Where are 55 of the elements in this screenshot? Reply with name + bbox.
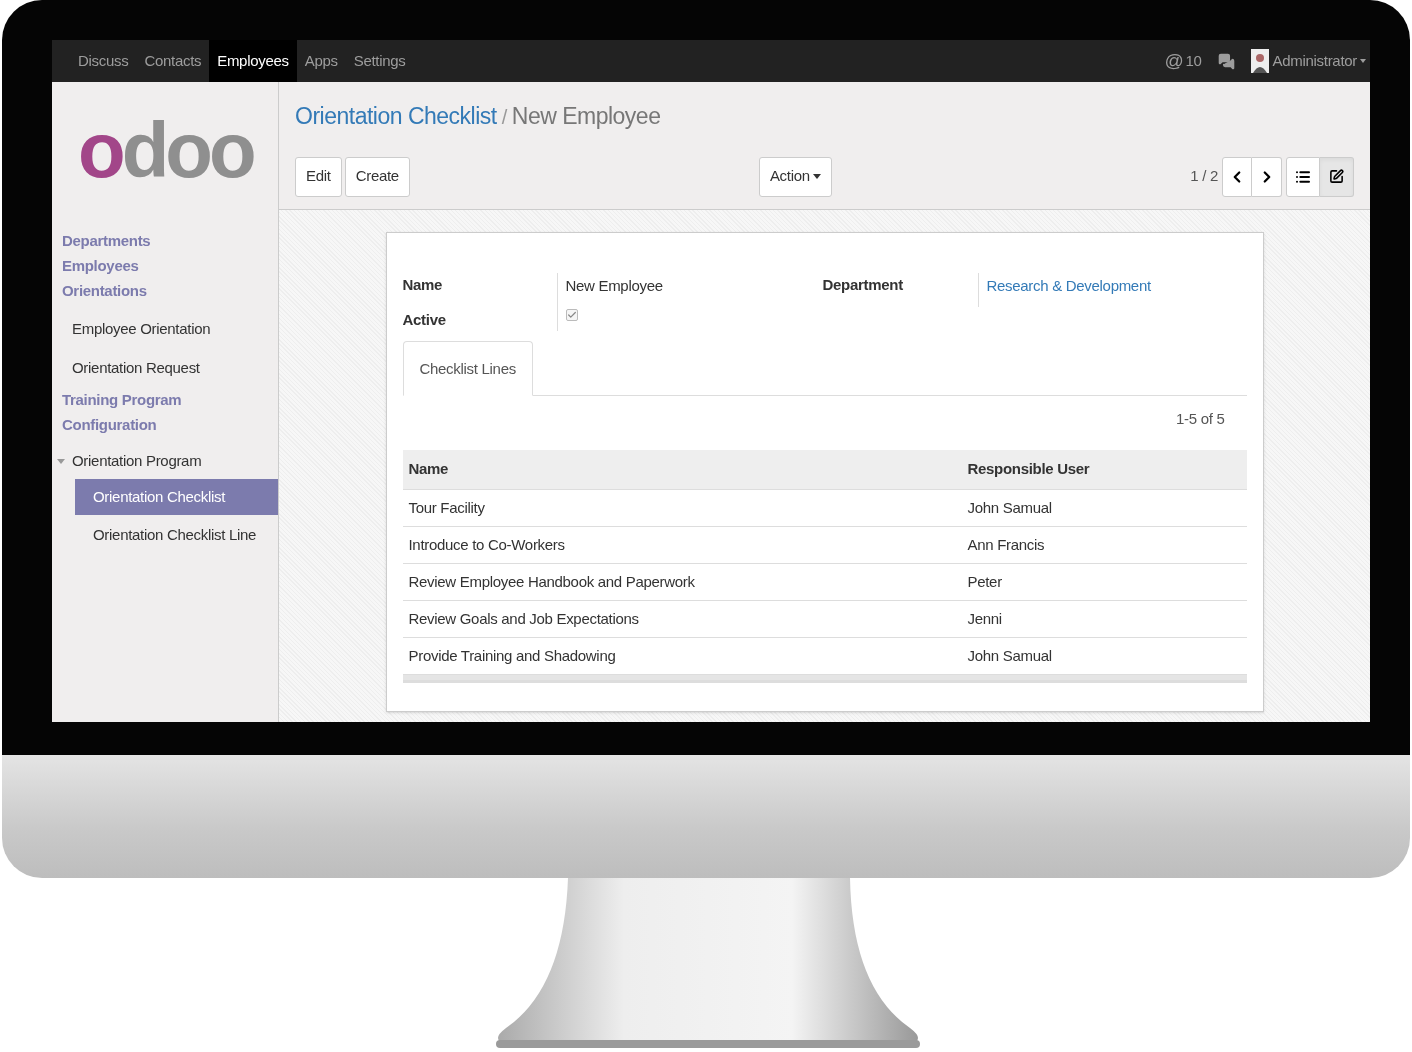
menu-heading[interactable]: Orientations <box>52 278 278 303</box>
menu-heading[interactable]: Configuration <box>52 412 278 437</box>
menu-heading[interactable]: Employees <box>52 253 278 278</box>
table-cell-text: Ann Francis <box>966 534 1046 555</box>
active-checkbox[interactable] <box>565 309 578 321</box>
mention-count: 10 <box>1185 50 1202 71</box>
field-value: New Employee <box>565 276 664 296</box>
toolbar-button[interactable]: Edit <box>295 156 342 197</box>
menu-group[interactable]: Orientation Program <box>72 449 202 473</box>
list-icon <box>1295 168 1311 185</box>
table-cell-text: Peter <box>966 571 1003 592</box>
menu-item[interactable]: Orientation Request <box>52 348 278 387</box>
action-dropdown[interactable]: Action <box>758 156 832 197</box>
menu-item[interactable]: Employee Orientation <box>52 309 278 348</box>
breadcrumb-link[interactable]: Orientation Checklist <box>295 99 497 134</box>
menu-item[interactable]: Orientation Checklist <box>75 479 278 515</box>
table-cell-text: John Samual <box>966 645 1053 666</box>
menu-link[interactable]: Employees <box>209 40 297 82</box>
menu-link[interactable]: Settings <box>345 40 414 82</box>
field-label: Department <box>822 276 903 293</box>
breadcrumb-separator: / <box>501 105 507 130</box>
table-cell-text: Introduce to Co-Workers <box>407 534 566 555</box>
list-view-button[interactable] <box>1286 156 1320 197</box>
column-header[interactable]: Name <box>402 458 962 481</box>
column-header[interactable]: Responsible User <box>961 458 1247 481</box>
chat-icon[interactable] <box>1217 52 1235 70</box>
next-button[interactable] <box>1252 156 1282 197</box>
record-pager: 1 / 2 <box>1190 166 1218 187</box>
menu-link[interactable]: Apps <box>296 40 346 82</box>
menu-link[interactable]: Discuss <box>70 40 137 82</box>
caret-icon <box>1360 59 1366 63</box>
notebook-tab[interactable]: Checklist Lines <box>402 341 533 396</box>
mention-icon[interactable]: @ <box>1164 46 1184 76</box>
previous-button[interactable] <box>1222 156 1252 197</box>
table-cell-text: Provide Training and Shadowing <box>407 645 617 666</box>
table-cell-text: Tour Facility <box>407 497 486 518</box>
edit-icon <box>1329 169 1344 184</box>
field-label: Name <box>402 275 444 295</box>
toolbar-button[interactable]: Create <box>344 156 410 197</box>
field-label: Active <box>402 310 447 330</box>
menu-heading[interactable]: Departments <box>52 228 278 253</box>
department-link[interactable]: Research & Development <box>986 277 1151 294</box>
menu-item[interactable]: Orientation Checklist Line <box>75 517 278 553</box>
user-menu[interactable]: Administrator <box>1272 49 1357 73</box>
table-cell-text: Review Goals and Job Expectations <box>407 608 640 629</box>
avatar-icon <box>1250 49 1269 73</box>
breadcrumb-current: New Employee <box>511 102 661 131</box>
menu-heading[interactable]: Training Program <box>52 387 278 412</box>
form-view-button[interactable] <box>1320 156 1354 197</box>
table-cell-text: John Samual <box>966 497 1053 518</box>
odoo-logo[interactable]: odoo <box>78 110 278 206</box>
menu-link[interactable]: Contacts <box>136 40 210 82</box>
table-cell-text: Review Employee Handbook and Paperwork <box>407 571 696 592</box>
lines-pager: 1-5 of 5 <box>1176 409 1225 429</box>
table-cell-text: Jenni <box>966 608 1003 629</box>
